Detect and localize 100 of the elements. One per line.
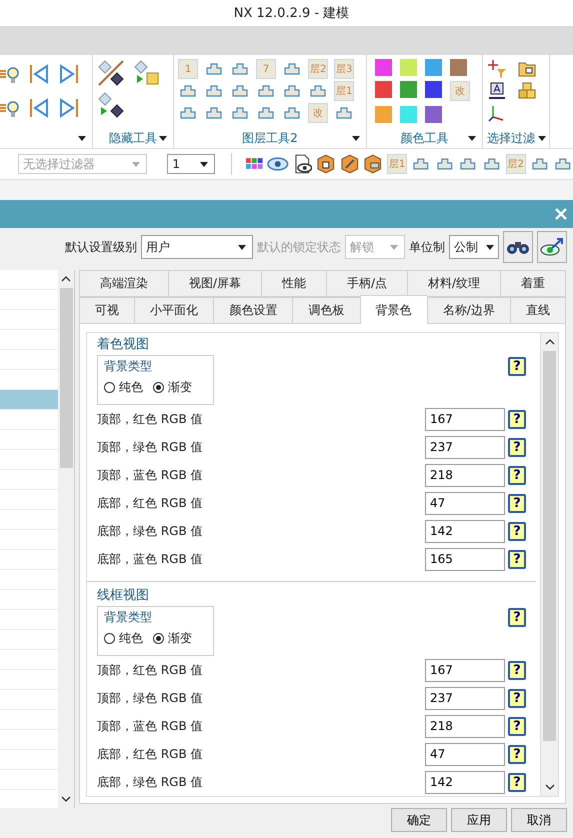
group-label: 颜色工具 [400,130,448,146]
color-swatch[interactable] [400,81,417,98]
dialog-button[interactable]: 确定 [391,808,447,832]
number-field[interactable]: 237 [425,686,505,710]
cubes-icon[interactable] [517,81,537,101]
cube-wrench-icon[interactable] [340,154,360,174]
eye-arrow-icon[interactable] [540,237,564,257]
dropdown-caret-icon [468,136,476,141]
triangle-left-icon[interactable] [28,97,50,119]
cube-tag-icon[interactable] [363,154,383,174]
number-field[interactable]: 47 [425,742,505,766]
number-field[interactable]: 218 [425,714,505,738]
document-eye-icon[interactable] [292,154,312,174]
layer-dropdown[interactable]: 1 [167,154,215,174]
tab[interactable]: 直线 [510,297,566,324]
help-icon[interactable]: ? [508,466,526,484]
radio-button[interactable] [104,633,115,644]
help-icon[interactable]: ? [508,550,526,568]
diamond-play-icon[interactable] [97,91,125,119]
caret-icon [132,162,140,166]
help-icon[interactable]: ? [508,688,526,708]
help-icon[interactable]: ? [508,522,526,540]
radio-button[interactable] [153,382,164,393]
tab[interactable]: 调色板 [292,297,360,324]
radio-button[interactable] [153,633,164,644]
dialog-button[interactable]: 应用 [451,808,507,832]
dialog-button[interactable]: 取消 [511,808,567,832]
tab[interactable]: 名称/边界 [426,297,510,324]
scroll-up-icon[interactable] [544,339,554,345]
field-label: 底部，绿色 RGB 值 [97,774,204,790]
tab[interactable]: 视图/屏幕 [168,270,262,297]
view-button[interactable] [537,231,567,263]
number-field[interactable]: 218 [425,464,505,486]
color-swatch[interactable] [375,81,392,98]
scroll-down-icon[interactable] [544,784,554,790]
help-icon[interactable]: ? [508,410,526,428]
help-icon[interactable]: ? [508,608,526,627]
field-label: 默认设置级别 [65,238,137,256]
color-swatch[interactable] [425,59,442,76]
scrollbar-thumb[interactable] [60,288,72,468]
scrollbar-thumb[interactable] [543,351,556,741]
scroll-down-icon[interactable] [61,796,71,802]
help-icon[interactable]: ? [508,716,526,736]
color-swatch[interactable] [400,106,417,123]
color-swatch[interactable] [375,106,392,123]
tab[interactable]: 颜色设置 [213,297,292,324]
color-swatch[interactable] [425,81,442,98]
level-dropdown[interactable]: 用户 [141,235,253,259]
tab[interactable]: 小平面化 [134,297,214,324]
section-title: 着色视图 [97,336,149,353]
diamond-cube-icon[interactable] [133,59,161,87]
field-label: 顶部，红色 RGB 值 [97,662,204,678]
tab[interactable]: 高端渲染 [79,270,168,297]
triangle-left-icon[interactable] [28,63,50,85]
help-icon[interactable]: ? [508,494,526,512]
find-button[interactable] [503,231,533,263]
number-field[interactable]: 47 [425,492,505,514]
color-swatch[interactable] [425,106,442,123]
section-title: 线框视图 [97,587,149,604]
crosshair-funnel-icon[interactable] [487,59,507,79]
tab[interactable]: 背景色 [360,295,427,324]
help-icon[interactable]: ? [508,772,526,792]
field-label: 顶部，蓝色 RGB 值 [97,718,204,734]
field-label: 顶部，绿色 RGB 值 [97,438,204,456]
radio-label: 纯色 [119,630,143,647]
help-icon[interactable]: ? [508,660,526,680]
radio-label: 纯色 [119,379,143,396]
tab[interactable]: 着重 [500,270,566,297]
color-swatch[interactable] [450,59,467,76]
dropdown-caret-icon [538,136,546,140]
units-dropdown[interactable]: 公制 [449,235,499,259]
help-icon[interactable]: ? [508,438,526,456]
number-field[interactable]: 165 [425,548,505,570]
number-field[interactable]: 167 [425,408,505,430]
group-legend: 背景类型 [104,358,207,375]
tab[interactable]: 材料/纹理 [407,270,500,297]
color-swatch[interactable] [400,59,417,76]
triangle-right-icon[interactable] [58,63,80,85]
caret-icon [486,244,494,250]
tab[interactable]: 可视 [79,297,134,324]
close-icon[interactable] [554,207,568,221]
number-field[interactable]: 167 [425,658,505,682]
number-field[interactable]: 142 [425,770,505,794]
color-swatch[interactable] [375,59,392,76]
help-icon[interactable]: ? [508,744,526,764]
tab[interactable]: 手柄/点 [326,270,408,297]
group-label: 图层工具2 [242,130,298,146]
number-field[interactable]: 237 [425,436,505,458]
number-field[interactable]: 142 [425,520,505,542]
tab[interactable]: 性能 [261,270,326,297]
help-icon[interactable]: ? [508,357,526,376]
radio-button[interactable] [104,382,115,393]
field-label: 底部，蓝色 RGB 值 [97,550,204,568]
cube-icon[interactable] [316,154,336,174]
triangle-right-icon[interactable] [58,97,80,119]
scroll-up-icon[interactable] [61,276,71,282]
field-label: 顶部，红色 RGB 值 [97,410,204,428]
dropdown-caret-icon [78,136,86,141]
diamond-slash-icon[interactable] [97,59,125,87]
text-box-icon[interactable] [487,81,507,101]
